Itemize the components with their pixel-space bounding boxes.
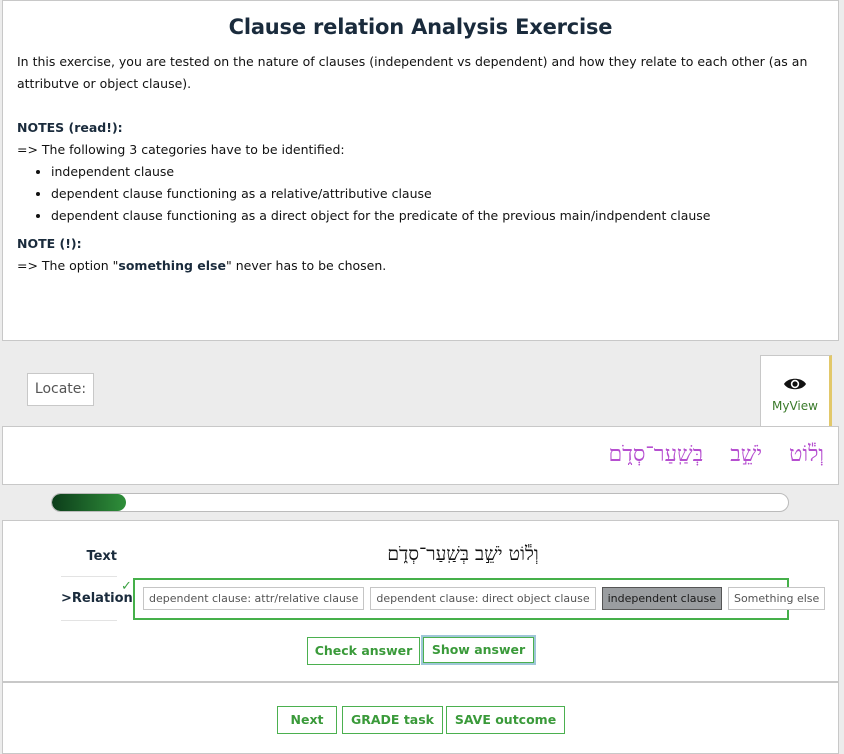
check-answer-button[interactable]: Check answer [307,637,420,665]
row-label-text: Text [61,549,117,577]
note2-post: " never has to be chosen. [225,258,387,273]
note2-text: => The option "something else" never has… [17,255,824,277]
intro-panel: Clause relation Analysis Exercise In thi… [2,0,839,341]
exercise-panel: Text >Relation ✓ וְל֕וֹט יֹשֵׁ֣ב בְּשַֽׁ… [2,520,839,682]
option-direct-object[interactable]: dependent clause: direct object clause [370,587,596,610]
category-item: independent clause [51,161,824,183]
grade-task-button[interactable]: GRADE task [342,706,443,734]
note2-heading: NOTE (!): [17,236,82,251]
category-list: independent clause dependent clause func… [51,161,824,227]
text-word[interactable]: בְּשַֽׁעַר־סְדֹ֑ם [609,442,704,467]
progress-bar [51,493,789,512]
footer-panel: Next GRADE task SAVE outcome [2,682,839,754]
check-icon: ✓ [121,579,132,594]
option-attr-relative[interactable]: dependent clause: attr/relative clause [143,587,365,610]
save-outcome-button[interactable]: SAVE outcome [446,706,565,734]
notes-lead: => The following 3 categories have to be… [17,142,345,157]
page-title: Clause relation Analysis Exercise [228,15,613,39]
progress-fill [52,494,126,511]
text-word[interactable]: יֹשֵׁ֣ב [730,442,762,467]
category-item: dependent clause functioning as a direct… [51,205,824,227]
notes-heading: NOTES (read!): [17,120,123,135]
eye-icon [784,378,806,390]
row-label-relation: >Relation [61,591,133,621]
show-answer-button[interactable]: Show answer [421,635,536,665]
option-group: dependent clause: attr/relative clause d… [133,578,826,620]
locate-button[interactable]: Locate: [27,373,94,406]
note2-pre: => The option " [17,258,119,273]
next-button[interactable]: Next [277,706,337,734]
note2-bold: something else [118,258,226,273]
myview-label: MyView [772,399,818,413]
text-word[interactable]: וְל֕וֹט [789,442,824,467]
myview-button[interactable]: MyView [760,355,832,427]
text-display: וְל֕וֹט יֹשֵׁ֣ב בְּשַֽׁעַר־סְדֹ֑ם [2,426,839,485]
hebrew-clause: וְל֕וֹט יֹשֵׁ֣ב בְּשַֽׁעַר־סְדֹ֑ם [387,543,539,565]
option-independent[interactable]: independent clause [601,587,722,610]
intro-description: In this exercise, you are tested on the … [17,54,808,91]
category-item: dependent clause functioning as a relati… [51,183,824,205]
option-something-else[interactable]: Something else [727,587,826,610]
